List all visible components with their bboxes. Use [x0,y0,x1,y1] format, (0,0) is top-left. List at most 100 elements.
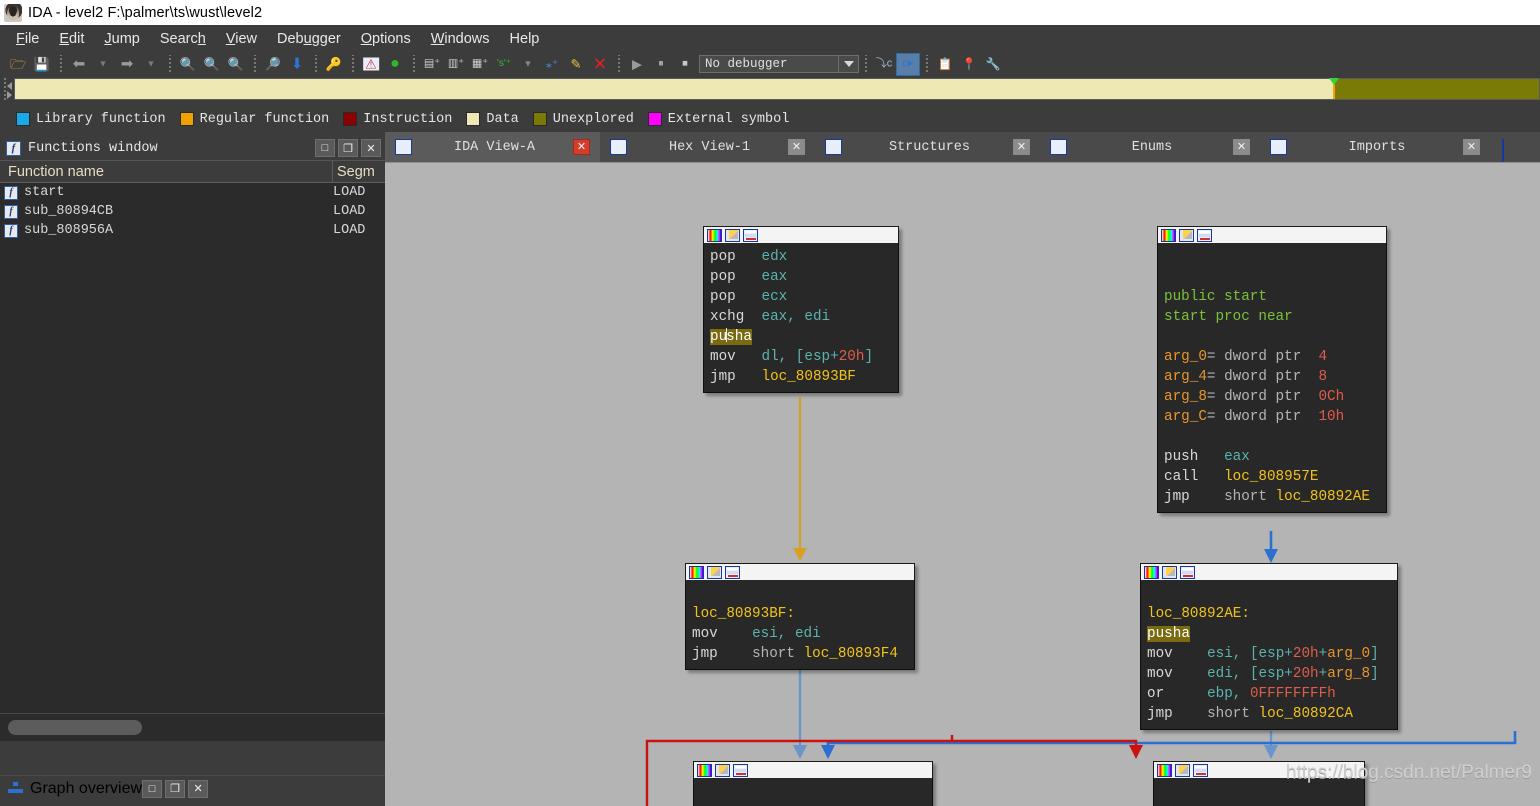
restore-button[interactable]: ❐ [338,139,358,157]
search-text-icon[interactable]: 🔍 [201,54,223,75]
make-string-icon[interactable]: 's'⁺ [493,54,515,75]
tab-label: Structures [888,139,970,155]
palette-icon[interactable] [707,228,722,242]
close-button[interactable]: ✕ [361,139,381,157]
palette-icon[interactable] [1144,565,1159,579]
palette-icon[interactable] [697,763,712,777]
palette-icon[interactable] [1157,763,1172,777]
save-file-icon[interactable]: 💾 [31,54,53,75]
menu-item-options[interactable]: Options [351,28,421,50]
pencil-icon[interactable] [715,763,730,777]
pencil-icon[interactable] [1179,228,1194,242]
screen-icon[interactable] [725,565,740,579]
pencil-icon[interactable] [1175,763,1190,777]
palette-icon[interactable] [1161,228,1176,242]
run-icon[interactable]: ▶ [626,54,648,75]
screen-icon[interactable] [1197,228,1212,242]
menu-item-jump[interactable]: Jump [94,28,149,50]
back-dropdown-icon[interactable]: ▼ [92,54,114,75]
pause-icon[interactable]: ⏸ [650,54,672,75]
node-top-left[interactable]: pop edx pop eax pop ecx xchg eax, edi pusha m… [703,226,899,393]
graph-overview-title: Graph overview [30,779,143,797]
screen-icon[interactable] [743,228,758,242]
pencil-icon[interactable] [725,228,740,242]
close-icon[interactable]: ✕ [1233,139,1250,155]
make-code-icon[interactable]: ▤⁺ [421,54,443,75]
menu-item-windows[interactable]: Windows [421,28,500,50]
edge-unconditional-orange [793,397,807,561]
close-button[interactable]: ✕ [188,779,209,798]
close-icon[interactable]: ✕ [788,139,805,155]
navigator-handle[interactable] [0,78,14,100]
close-icon[interactable]: ✕ [1013,139,1030,155]
table-row[interactable]: f sub_808956A LOAD [0,221,385,240]
tab-ida-view-a[interactable]: IDA View-A ✕ [385,132,600,162]
pencil-icon[interactable] [707,565,722,579]
disassembly-line: mov esi, edi [692,624,908,644]
table-row[interactable]: f start LOAD [0,183,385,202]
forward-arrow-icon[interactable]: ➡ [116,54,138,75]
stop-icon[interactable]: ⏹ [674,54,696,75]
legend-swatch [647,112,662,126]
column-header-function-name[interactable]: Function name [0,161,333,182]
tab-hex-view-1[interactable]: Hex View-1 ✕ [600,132,815,162]
column-header-segment[interactable]: Segm [333,161,385,182]
forward-dropdown-icon[interactable]: ▼ [140,54,162,75]
make-struct-icon[interactable]: ⁎⁺ [541,54,563,75]
menu-item-help[interactable]: Help [500,28,550,50]
open-file-icon[interactable]: 🗁 [7,54,29,75]
navigator-band[interactable] [14,78,1540,100]
add-view-icon[interactable] [1502,139,1504,162]
jump-down-icon[interactable]: ⬇ [286,54,308,75]
tab-enums[interactable]: Enums ✕ [1040,132,1260,162]
run-to-cursor-icon[interactable]: c▸ [896,52,920,76]
menu-item-view[interactable]: View [216,28,267,50]
maximize-button[interactable]: □ [142,779,163,798]
structures-icon [825,139,842,155]
watch-icon[interactable]: 🔧 [982,54,1004,75]
green-circle-icon[interactable]: ● [384,54,406,75]
node-loc-80892AE[interactable]: loc_80892AE: pusha mov esi, [esp+20h+arg_0… [1140,563,1398,730]
breakpoints-icon[interactable]: 📋 [934,54,956,75]
screen-icon[interactable] [733,763,748,777]
string-dropdown-icon[interactable]: ▼ [517,54,539,75]
horizontal-scrollbar-thumb[interactable] [8,720,142,735]
close-icon[interactable]: ✕ [1463,139,1480,155]
back-arrow-icon[interactable]: ⬅ [68,54,90,75]
add-breakpoint-icon[interactable]: 📍 [958,54,980,75]
make-data-icon[interactable]: ▥⁺ [445,54,467,75]
node-loc-80893BF[interactable]: loc_80893BF: mov esi, edi jmp short loc_80… [685,563,915,670]
node-bottom-right[interactable] [1153,761,1365,806]
search-binary-icon[interactable]: 🔍 [225,54,247,75]
step-into-icon[interactable]: ⤵c [873,54,895,75]
window-title: IDA - level2 F:\palmer\ts\wust\level2 [28,4,263,21]
graph-view-canvas[interactable]: pop edx pop eax pop ecx xchg eax, edi pusha m… [385,163,1540,806]
graph-overview-window: Graph overview □ ❐ ✕ [0,775,385,806]
close-icon[interactable]: ✕ [573,139,590,155]
tab-imports[interactable]: Imports ✕ [1260,132,1490,162]
enums-icon [1050,139,1067,155]
menu-item-file[interactable]: File [6,28,49,50]
menu-item-search[interactable]: Search [150,28,216,50]
chevron-down-icon[interactable] [838,56,858,72]
maximize-button[interactable]: □ [315,139,335,157]
undefine-icon[interactable]: ✕ [589,54,611,75]
warning-icon[interactable]: ⚠ [360,54,382,75]
node-bottom-left[interactable] [693,761,933,806]
make-array-icon[interactable]: ▦⁺ [469,54,491,75]
debugger-select[interactable]: No debugger [699,55,859,73]
key-icon[interactable]: 🔑 [323,54,345,75]
menu-item-edit[interactable]: Edit [49,28,94,50]
node-start-proc[interactable]: public start start proc near arg_0= dword… [1157,226,1387,513]
menu-item-debugger[interactable]: Debugger [267,28,351,50]
pencil-icon[interactable] [1162,565,1177,579]
screen-icon[interactable] [1180,565,1195,579]
table-row[interactable]: f sub_80894CB LOAD [0,202,385,221]
jump-icon[interactable]: 🔎 [262,54,284,75]
restore-button[interactable]: ❐ [165,779,186,798]
screen-icon[interactable] [1193,763,1208,777]
search-hash-icon[interactable]: 🔍 [177,54,199,75]
tab-structures[interactable]: Structures ✕ [815,132,1040,162]
edit-function-icon[interactable]: ✎ [565,54,587,75]
palette-icon[interactable] [689,565,704,579]
